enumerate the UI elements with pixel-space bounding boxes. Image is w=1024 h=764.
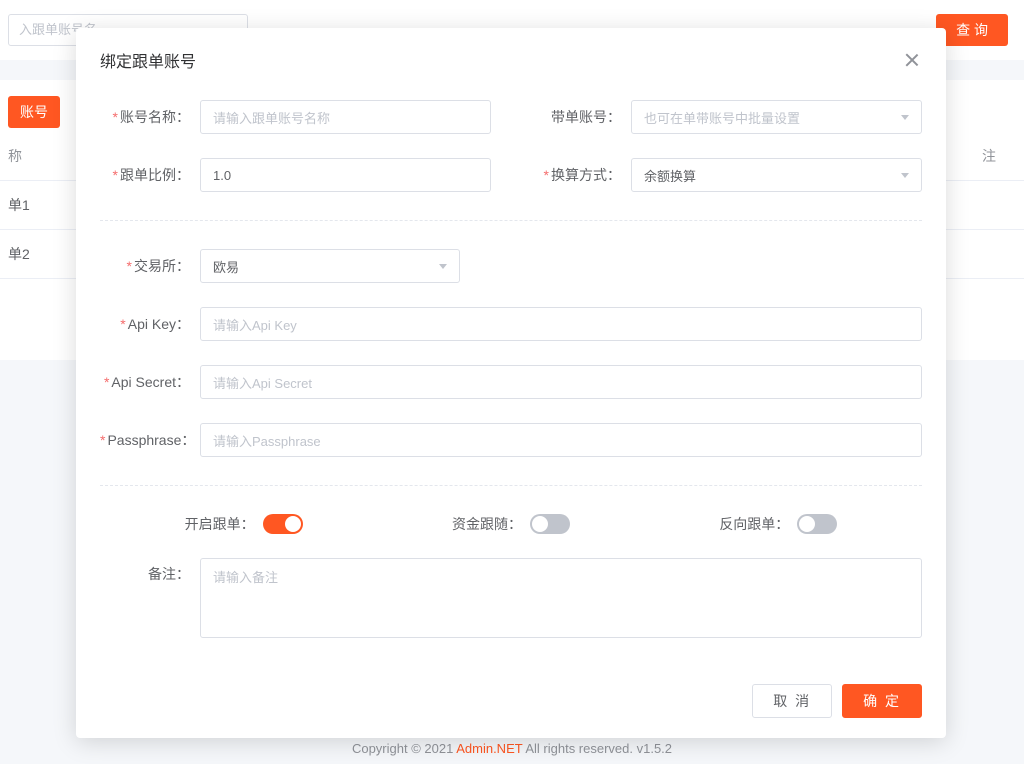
label-text: 交易所	[134, 258, 176, 274]
account-name-input[interactable]: 请输入跟单账号名称	[200, 100, 491, 134]
label-account-name: *账号名称：	[100, 107, 200, 127]
form-row: *Api Secret： 请输入Api Secret	[100, 365, 922, 399]
label-convert-mode: *换算方式：	[531, 165, 631, 185]
label-exchange: *交易所：	[100, 256, 200, 276]
remark-textarea[interactable]	[200, 558, 922, 638]
dialog-footer: 取 消 确 定	[76, 672, 946, 738]
reverse-follow-switch[interactable]	[797, 514, 837, 534]
close-icon[interactable]	[902, 50, 922, 70]
form-row: *账号名称： 请输入跟单账号名称 带单账号： 也可在单带账号中批量设置	[100, 100, 922, 134]
form-row: *Passphrase： 请输入Passphrase	[100, 423, 922, 457]
chevron-down-icon	[901, 115, 909, 120]
label-text: 备注	[148, 566, 176, 582]
form-item-convert-mode: *换算方式： 余额换算	[531, 158, 922, 192]
label-text: Api Secret	[111, 374, 176, 390]
fund-follow-switch[interactable]	[530, 514, 570, 534]
form-item-exchange: *交易所： 欧易	[100, 249, 922, 283]
divider	[100, 485, 922, 486]
form-item-api-secret: *Api Secret： 请输入Api Secret	[100, 365, 922, 399]
form-row: *Api Key： 请输入Api Key	[100, 307, 922, 341]
label-text: 带单账号	[551, 109, 607, 125]
api-key-input[interactable]: 请输入Api Key	[200, 307, 922, 341]
toggle-fund-follow: 资金跟随：	[452, 514, 570, 534]
select-placeholder: 也可在单带账号中批量设置	[644, 108, 800, 127]
toggle-label: 资金跟随：	[452, 514, 522, 534]
form-item-remark: 备注：	[100, 558, 922, 638]
toggle-label: 反向跟单：	[719, 514, 789, 534]
confirm-button[interactable]: 确 定	[842, 684, 922, 718]
toggle-reverse-follow: 反向跟单：	[719, 514, 837, 534]
dialog-body: *账号名称： 请输入跟单账号名称 带单账号： 也可在单带账号中批量设置 *跟单比…	[76, 80, 946, 672]
form-row: *交易所： 欧易	[100, 249, 922, 283]
label-text: 换算方式	[551, 167, 607, 183]
form-item-follow-ratio: *跟单比例： 1.0	[100, 158, 491, 192]
passphrase-input[interactable]: 请输入Passphrase	[200, 423, 922, 457]
switch-knob	[799, 516, 815, 532]
select-value: 余额换算	[644, 166, 696, 185]
select-value: 欧易	[213, 257, 239, 276]
convert-mode-select[interactable]: 余额换算	[631, 158, 922, 192]
toggle-label: 开启跟单：	[185, 514, 255, 534]
follow-ratio-input[interactable]: 1.0	[200, 158, 491, 192]
form-row: *跟单比例： 1.0 *换算方式： 余额换算	[100, 158, 922, 192]
label-text: Passphrase	[107, 432, 181, 448]
switch-knob	[532, 516, 548, 532]
dialog-title: 绑定跟单账号	[100, 48, 196, 72]
switch-knob	[285, 516, 301, 532]
lead-account-select[interactable]: 也可在单带账号中批量设置	[631, 100, 922, 134]
api-secret-input[interactable]: 请输入Api Secret	[200, 365, 922, 399]
form-item-api-key: *Api Key： 请输入Api Key	[100, 307, 922, 341]
form-row: 备注：	[100, 558, 922, 638]
label-api-secret: *Api Secret：	[100, 372, 200, 392]
toggle-enable-follow: 开启跟单：	[185, 514, 303, 534]
chevron-down-icon	[439, 264, 447, 269]
label-api-key: *Api Key：	[100, 314, 200, 334]
form-item-account-name: *账号名称： 请输入跟单账号名称	[100, 100, 491, 134]
enable-follow-switch[interactable]	[263, 514, 303, 534]
label-remark: 备注：	[100, 558, 200, 584]
chevron-down-icon	[901, 173, 909, 178]
bind-account-dialog: 绑定跟单账号 *账号名称： 请输入跟单账号名称 带单账号： 也可在单带账号中批量…	[76, 28, 946, 738]
label-passphrase: *Passphrase：	[100, 430, 200, 450]
form-item-lead-account: 带单账号： 也可在单带账号中批量设置	[531, 100, 922, 134]
cancel-button[interactable]: 取 消	[752, 684, 832, 718]
label-follow-ratio: *跟单比例：	[100, 165, 200, 185]
toggle-row: 开启跟单： 资金跟随： 反向跟单：	[100, 514, 922, 534]
label-text: 跟单比例	[120, 167, 176, 183]
label-lead-account: 带单账号：	[531, 107, 631, 127]
label-text: Api Key	[128, 316, 176, 332]
label-text: 账号名称	[120, 109, 176, 125]
dialog-header: 绑定跟单账号	[76, 28, 946, 80]
exchange-select[interactable]: 欧易	[200, 249, 460, 283]
divider	[100, 220, 922, 221]
form-item-passphrase: *Passphrase： 请输入Passphrase	[100, 423, 922, 457]
